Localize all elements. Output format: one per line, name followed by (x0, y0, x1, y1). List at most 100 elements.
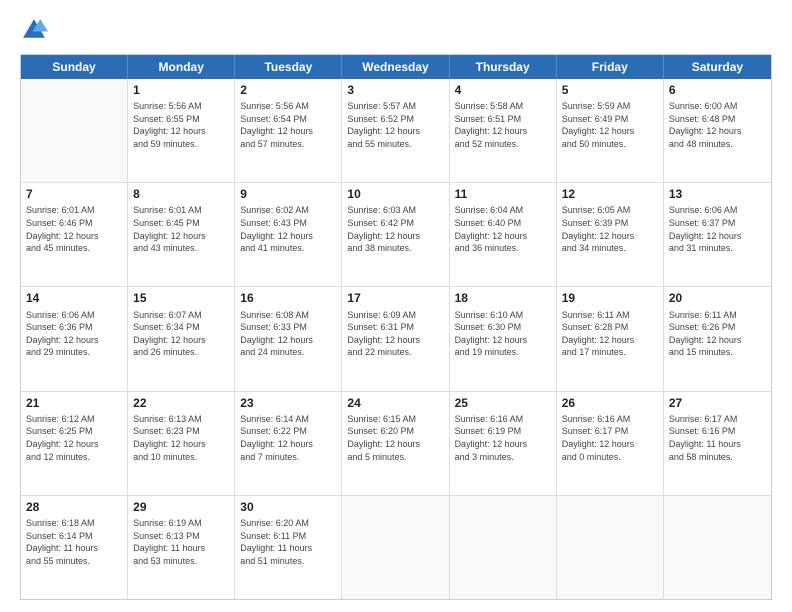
day-info: Sunrise: 6:10 AM Sunset: 6:30 PM Dayligh… (455, 309, 551, 359)
day-cell-13: 13 Sunrise: 6:06 AM Sunset: 6:37 PM Dayli… (664, 183, 771, 286)
day-number: 24 (347, 395, 443, 411)
day-cell-16: 16 Sunrise: 6:08 AM Sunset: 6:33 PM Dayli… (235, 287, 342, 390)
day-number: 19 (562, 290, 658, 306)
day-info: Sunrise: 6:20 AM Sunset: 6:11 PM Dayligh… (240, 517, 336, 567)
day-number: 20 (669, 290, 766, 306)
day-info: Sunrise: 6:11 AM Sunset: 6:28 PM Dayligh… (562, 309, 658, 359)
day-cell-9: 9Sunrise: 6:02 AM Sunset: 6:43 PM Daylig… (235, 183, 342, 286)
empty-cell (21, 79, 128, 182)
calendar-body: 1 Sunrise: 5:56 AM Sunset: 6:55 PM Daylig… (21, 79, 771, 599)
empty-cell (342, 496, 449, 599)
day-cell-7: 7 Sunrise: 6:01 AM Sunset: 6:46 PM Daylig… (21, 183, 128, 286)
day-number: 7 (26, 186, 122, 202)
day-info: Sunrise: 5:58 AM Sunset: 6:51 PM Dayligh… (455, 100, 551, 150)
day-number: 4 (455, 82, 551, 98)
day-cell-20: 20 Sunrise: 6:11 AM Sunset: 6:26 PM Dayli… (664, 287, 771, 390)
day-number: 13 (669, 186, 766, 202)
logo-icon (20, 16, 48, 44)
day-info: Sunrise: 6:17 AM Sunset: 6:16 PM Dayligh… (669, 413, 766, 463)
day-cell-11: 11Sunrise: 6:04 AM Sunset: 6:40 PM Dayli… (450, 183, 557, 286)
day-info: Sunrise: 5:59 AM Sunset: 6:49 PM Dayligh… (562, 100, 658, 150)
day-cell-10: 10 Sunrise: 6:03 AM Sunset: 6:42 PM Dayli… (342, 183, 449, 286)
day-info: Sunrise: 6:09 AM Sunset: 6:31 PM Dayligh… (347, 309, 443, 359)
day-cell-8: 8 Sunrise: 6:01 AM Sunset: 6:45 PM Daylig… (128, 183, 235, 286)
empty-cell (557, 496, 664, 599)
day-cell-18: 18Sunrise: 6:10 AM Sunset: 6:30 PM Dayli… (450, 287, 557, 390)
day-number: 21 (26, 395, 122, 411)
day-number: 16 (240, 290, 336, 306)
calendar-row-2: 7 Sunrise: 6:01 AM Sunset: 6:46 PM Daylig… (21, 183, 771, 287)
day-cell-17: 17 Sunrise: 6:09 AM Sunset: 6:31 PM Dayli… (342, 287, 449, 390)
day-info: Sunrise: 6:06 AM Sunset: 6:37 PM Dayligh… (669, 204, 766, 254)
day-info: Sunrise: 5:57 AM Sunset: 6:52 PM Dayligh… (347, 100, 443, 150)
day-info: Sunrise: 6:06 AM Sunset: 6:36 PM Dayligh… (26, 309, 122, 359)
day-info: Sunrise: 6:19 AM Sunset: 6:13 PM Dayligh… (133, 517, 229, 567)
calendar-header: SundayMondayTuesdayWednesdayThursdayFrid… (21, 55, 771, 79)
calendar: SundayMondayTuesdayWednesdayThursdayFrid… (20, 54, 772, 600)
day-cell-30: 30 Sunrise: 6:20 AM Sunset: 6:11 PM Dayli… (235, 496, 342, 599)
day-number: 29 (133, 499, 229, 515)
day-number: 22 (133, 395, 229, 411)
day-info: Sunrise: 6:14 AM Sunset: 6:22 PM Dayligh… (240, 413, 336, 463)
day-cell-2: 2 Sunrise: 5:56 AM Sunset: 6:54 PM Daylig… (235, 79, 342, 182)
day-number: 15 (133, 290, 229, 306)
page: SundayMondayTuesdayWednesdayThursdayFrid… (0, 0, 792, 612)
day-info: Sunrise: 6:08 AM Sunset: 6:33 PM Dayligh… (240, 309, 336, 359)
day-info: Sunrise: 6:05 AM Sunset: 6:39 PM Dayligh… (562, 204, 658, 254)
day-number: 6 (669, 82, 766, 98)
header-day-sunday: Sunday (21, 55, 128, 79)
calendar-row-4: 21 Sunrise: 6:12 AM Sunset: 6:25 PM Dayli… (21, 392, 771, 496)
calendar-row-5: 28Sunrise: 6:18 AM Sunset: 6:14 PM Dayli… (21, 496, 771, 599)
day-number: 25 (455, 395, 551, 411)
header-day-saturday: Saturday (664, 55, 771, 79)
day-info: Sunrise: 5:56 AM Sunset: 6:55 PM Dayligh… (133, 100, 229, 150)
day-info: Sunrise: 6:01 AM Sunset: 6:46 PM Dayligh… (26, 204, 122, 254)
day-cell-14: 14 Sunrise: 6:06 AM Sunset: 6:36 PM Dayli… (21, 287, 128, 390)
day-number: 2 (240, 82, 336, 98)
day-cell-6: 6 Sunrise: 6:00 AM Sunset: 6:48 PM Daylig… (664, 79, 771, 182)
day-cell-21: 21 Sunrise: 6:12 AM Sunset: 6:25 PM Dayli… (21, 392, 128, 495)
day-cell-22: 22 Sunrise: 6:13 AM Sunset: 6:23 PM Dayli… (128, 392, 235, 495)
day-cell-23: 23 Sunrise: 6:14 AM Sunset: 6:22 PM Dayli… (235, 392, 342, 495)
day-number: 8 (133, 186, 229, 202)
header-day-friday: Friday (557, 55, 664, 79)
day-number: 17 (347, 290, 443, 306)
day-info: Sunrise: 6:13 AM Sunset: 6:23 PM Dayligh… (133, 413, 229, 463)
day-info: Sunrise: 6:15 AM Sunset: 6:20 PM Dayligh… (347, 413, 443, 463)
day-cell-3: 3 Sunrise: 5:57 AM Sunset: 6:52 PM Daylig… (342, 79, 449, 182)
day-cell-25: 25Sunrise: 6:16 AM Sunset: 6:19 PM Dayli… (450, 392, 557, 495)
day-info: Sunrise: 6:02 AM Sunset: 6:43 PM Dayligh… (240, 204, 336, 254)
day-number: 3 (347, 82, 443, 98)
day-info: Sunrise: 6:03 AM Sunset: 6:42 PM Dayligh… (347, 204, 443, 254)
day-info: Sunrise: 6:00 AM Sunset: 6:48 PM Dayligh… (669, 100, 766, 150)
day-cell-26: 26 Sunrise: 6:16 AM Sunset: 6:17 PM Dayli… (557, 392, 664, 495)
day-info: Sunrise: 6:12 AM Sunset: 6:25 PM Dayligh… (26, 413, 122, 463)
empty-cell (450, 496, 557, 599)
day-number: 30 (240, 499, 336, 515)
day-number: 14 (26, 290, 122, 306)
day-number: 28 (26, 499, 122, 515)
header-day-wednesday: Wednesday (342, 55, 449, 79)
day-cell-24: 24 Sunrise: 6:15 AM Sunset: 6:20 PM Dayli… (342, 392, 449, 495)
day-number: 12 (562, 186, 658, 202)
day-number: 10 (347, 186, 443, 202)
day-cell-12: 12 Sunrise: 6:05 AM Sunset: 6:39 PM Dayli… (557, 183, 664, 286)
day-info: Sunrise: 6:16 AM Sunset: 6:17 PM Dayligh… (562, 413, 658, 463)
day-number: 1 (133, 82, 229, 98)
day-info: Sunrise: 6:11 AM Sunset: 6:26 PM Dayligh… (669, 309, 766, 359)
day-cell-5: 5Sunrise: 5:59 AM Sunset: 6:49 PM Daylig… (557, 79, 664, 182)
header (20, 16, 772, 44)
day-info: Sunrise: 6:07 AM Sunset: 6:34 PM Dayligh… (133, 309, 229, 359)
day-number: 23 (240, 395, 336, 411)
day-info: Sunrise: 5:56 AM Sunset: 6:54 PM Dayligh… (240, 100, 336, 150)
day-number: 26 (562, 395, 658, 411)
day-cell-29: 29 Sunrise: 6:19 AM Sunset: 6:13 PM Dayli… (128, 496, 235, 599)
day-cell-28: 28Sunrise: 6:18 AM Sunset: 6:14 PM Dayli… (21, 496, 128, 599)
day-info: Sunrise: 6:01 AM Sunset: 6:45 PM Dayligh… (133, 204, 229, 254)
logo (20, 16, 52, 44)
header-day-monday: Monday (128, 55, 235, 79)
day-cell-15: 15 Sunrise: 6:07 AM Sunset: 6:34 PM Dayli… (128, 287, 235, 390)
day-cell-4: 4 Sunrise: 5:58 AM Sunset: 6:51 PM Daylig… (450, 79, 557, 182)
day-cell-27: 27Sunrise: 6:17 AM Sunset: 6:16 PM Dayli… (664, 392, 771, 495)
calendar-row-3: 14 Sunrise: 6:06 AM Sunset: 6:36 PM Dayli… (21, 287, 771, 391)
